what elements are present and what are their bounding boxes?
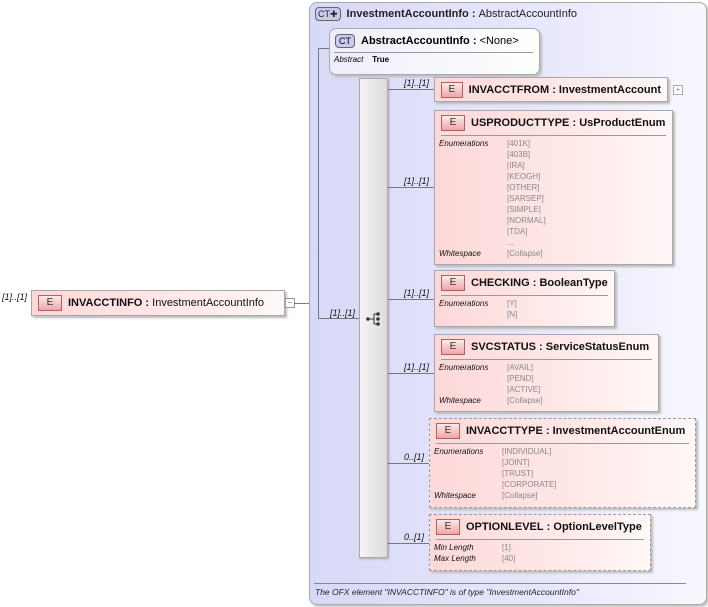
property-value: [Collapse] — [502, 491, 538, 500]
connector — [318, 318, 359, 319]
property-value: [OTHER] — [507, 183, 540, 192]
ct-icon: CT — [335, 34, 355, 48]
property-value: [AVAIL] — [507, 363, 533, 372]
root-multiplicity: [1]..[1] — [2, 292, 28, 302]
property-value: [JOINT] — [502, 458, 530, 467]
element-type: ServiceStatusEnum — [545, 341, 650, 353]
property-key: Enumerations — [439, 139, 489, 148]
property-value: [40] — [502, 554, 516, 563]
element-badge-icon: E — [441, 339, 465, 355]
footer-note: The OFX element "INVACCTINFO" is of type… — [315, 587, 579, 597]
property-value: [KEOGH] — [507, 172, 541, 181]
element-name: OPTIONLEVEL — [466, 521, 544, 533]
element-type: InvestmentAccountEnum — [552, 425, 686, 437]
property-value: [N] — [507, 310, 518, 319]
element-badge-icon: E — [441, 275, 465, 291]
element-multiplicity: [1]..[1] — [404, 78, 430, 88]
footer-divider — [314, 583, 686, 584]
element-multiplicity: 0..[1] — [404, 452, 425, 462]
property-value: [1] — [502, 543, 511, 552]
property-value: [Y] — [507, 299, 517, 308]
element-badge-icon: E — [436, 519, 460, 535]
connector — [388, 299, 434, 300]
sequence-multiplicity: [1]..[1] — [330, 308, 356, 318]
property-key: Whitespace — [434, 491, 476, 500]
element-multiplicity: [1]..[1] — [404, 362, 430, 372]
connector — [318, 48, 319, 318]
property-key: Whitespace — [439, 396, 481, 405]
property-value: [PEND] — [507, 374, 534, 383]
element-invaccttype[interactable]: E INVACCTTYPE : InvestmentAccountEnum Enum… — [429, 418, 696, 508]
complex-type-expand-icon[interactable]: CT✚ — [315, 7, 341, 21]
root-type: InvestmentAccountInfo — [152, 297, 265, 309]
connector — [388, 463, 429, 464]
abstract-key: Abstract — [334, 55, 364, 64]
abstract-base: <None> — [479, 35, 519, 47]
sequence-icon — [366, 312, 380, 326]
property-key: Enumerations — [439, 363, 489, 372]
property-key: Min Length — [434, 543, 474, 552]
element-name: INVACCTFROM — [468, 84, 550, 96]
element-optionlevel[interactable]: E OPTIONLEVEL : OptionLevelType Min Length… — [429, 514, 651, 571]
ct-name: InvestmentAccountInfo — [346, 8, 469, 20]
element-checking[interactable]: E CHECKING : BooleanType Enumerations [Y] [N… — [434, 270, 615, 327]
property-key: Whitespace — [439, 249, 481, 258]
property-value: [INDIVIDUAL] — [502, 447, 552, 456]
element-name: CHECKING — [471, 277, 530, 289]
property-value: [CORPORATE] — [502, 480, 557, 489]
property-value: [Collapse] — [507, 396, 543, 405]
connector — [388, 373, 434, 374]
element-svcstatus[interactable]: E SVCSTATUS : ServiceStatusEnum Enumeratio… — [434, 334, 659, 412]
property-key: Enumerations — [439, 299, 489, 308]
ct-badge: CT — [318, 9, 330, 19]
property-value: [IRA] — [507, 161, 525, 170]
abstract-name: AbstractAccountInfo — [361, 35, 470, 47]
element-badge-icon: E — [441, 115, 465, 131]
expand-icon[interactable]: + — [673, 85, 683, 95]
property-value: [ACTIVE] — [507, 385, 541, 394]
connector — [388, 543, 429, 544]
property-value: [TRUST] — [502, 469, 534, 478]
property-value: [NORMAL] — [507, 216, 546, 225]
element-name: USPRODUCTTYPE — [471, 117, 570, 129]
root-name: INVACCTINFO — [68, 297, 143, 309]
element-multiplicity: [1]..[1] — [404, 288, 430, 298]
connector — [388, 89, 434, 90]
element-multiplicity: 0..[1] — [404, 532, 425, 542]
element-invacctfrom[interactable]: E INVACCTFROM : InvestmentAccount — [434, 77, 668, 102]
connector — [388, 187, 434, 188]
property-value: [403B] — [507, 150, 531, 159]
element-name: INVACCTTYPE — [466, 425, 543, 437]
property-value: ... — [507, 238, 514, 247]
property-value: [SARSEP] — [507, 194, 544, 203]
element-name: SVCSTATUS — [471, 341, 536, 353]
element-badge-icon: E — [38, 295, 62, 311]
abstract-value: True — [372, 55, 390, 64]
element-badge-icon: E — [441, 82, 463, 98]
property-value: [SIMPLE] — [507, 205, 541, 214]
element-type: InvestmentAccount — [558, 84, 661, 96]
property-key: Enumerations — [434, 447, 484, 456]
element-type: UsProductEnum — [579, 117, 666, 129]
property-value: [TDA] — [507, 227, 528, 236]
element-type: BooleanType — [539, 277, 608, 289]
element-usproducttype[interactable]: E USPRODUCTTYPE : UsProductEnum Enumeratio… — [434, 110, 673, 265]
connector — [318, 48, 329, 49]
element-multiplicity: [1]..[1] — [404, 176, 430, 186]
element-type: OptionLevelType — [553, 521, 642, 533]
sequence-compositor[interactable] — [359, 78, 388, 558]
ct-base: AbstractAccountInfo — [478, 8, 578, 20]
property-key: Max Length — [434, 554, 476, 563]
property-value: [Collapse] — [507, 249, 543, 258]
root-element-invacctinfo[interactable]: E INVACCTINFO : InvestmentAccountInfo — [31, 290, 285, 316]
abstract-type-box[interactable]: CT AbstractAccountInfo : <None> Abstract… — [329, 28, 540, 75]
property-value: [401K] — [507, 139, 531, 148]
element-badge-icon: E — [436, 423, 460, 439]
